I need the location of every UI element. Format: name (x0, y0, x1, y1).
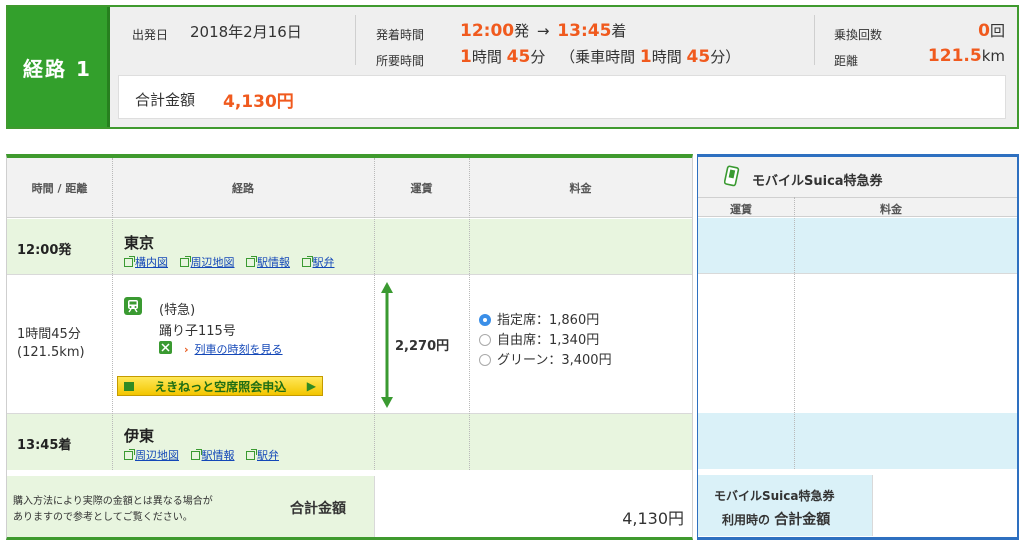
mobile-suica-panel: モバイルSuica特急券 運賃 料金 モバイルSuica特急券 利用時の 合計金… (697, 154, 1019, 540)
header-charge: 料金 (569, 182, 592, 195)
arrival-station[interactable]: 伊東 (124, 425, 154, 446)
external-link-icon (190, 449, 202, 460)
dep-arr-label: 発着時間 (376, 28, 425, 42)
external-link-icon (246, 256, 257, 267)
arrival-links: 周辺地図 駅情報 駅弁 (124, 447, 287, 463)
mobile-phone-icon (723, 165, 740, 187)
timetable-icon (159, 341, 172, 354)
train-name: 踊り子115号 (159, 324, 236, 339)
footer-right: 4,130円 (374, 476, 692, 537)
dep-arr-times: 12:00発 → 13:45着 (460, 21, 627, 41)
column-divider (794, 197, 795, 469)
footer-total-value: 4,130円 (622, 509, 684, 528)
radio-selected[interactable] (479, 314, 491, 326)
suica-segment-row (698, 273, 1017, 413)
column-divider (469, 158, 470, 470)
external-link-icon (124, 449, 135, 460)
train-icon (124, 297, 142, 315)
footer-left: 購入方法により実際の金額とは異なる場合が ありますので参考としてご覧ください。 … (7, 476, 374, 537)
footer-note-line1: 購入方法により実際の金額とは異なる場合が (13, 496, 213, 507)
play-icon: ▶ (306, 379, 316, 393)
seat-options: 指定席：1,860円 自由席：1,340円 グリーン：3,400円 (479, 311, 612, 371)
train-type: (特急) (159, 303, 196, 318)
column-divider (112, 158, 113, 470)
suica-header-row: 運賃 料金 (698, 197, 1017, 217)
external-link-icon (246, 449, 257, 460)
departure-date-label: 出発日 (132, 28, 169, 42)
distance-value: 121.5km (927, 46, 1005, 66)
suica-footer-value-cell (872, 475, 1017, 536)
suica-arrival-row (698, 413, 1017, 469)
radio-unselected[interactable] (479, 334, 491, 346)
chevron-right-icon: › (184, 343, 189, 356)
timetable-link[interactable]: 列車の時刻を見る (195, 343, 283, 356)
route-summary: 経路 1 出発日 2018年2月16日 発着時間 12:00発 → 13:45着… (6, 5, 1019, 129)
suica-footer-label-cell: モバイルSuica特急券 利用時の 合計金額 (698, 475, 872, 536)
total-box: 合計金額 4,130円 (118, 75, 1006, 119)
departure-date: 2018年2月16日 (190, 23, 302, 41)
suica-header-fare: 運賃 (730, 203, 752, 216)
route-detail-table: 時間 / 距離 経路 運賃 料金 12:00発 東京 構内図 周辺地図 駅情報 … (6, 154, 693, 540)
seat-option-nonreserved[interactable]: 自由席：1,340円 (479, 331, 612, 351)
departure-links: 構内図 周辺地図 駅情報 駅弁 (124, 254, 343, 270)
footer-total-label: 合計金額 (290, 501, 346, 517)
header-route: 経路 (232, 182, 254, 195)
route-label: 経路 1 (8, 7, 110, 127)
suica-departure-row (698, 218, 1017, 273)
link-area-map[interactable]: 周辺地図 (124, 449, 179, 462)
seat-option-green[interactable]: グリーン：3,400円 (479, 351, 612, 371)
arrival-time: 13:45着 (17, 438, 72, 453)
suica-footer-line2: 利用時の 合計金額 (722, 512, 831, 528)
total-value: 4,130円 (223, 92, 294, 112)
suica-title-bar: モバイルSuica特急券 (698, 157, 1017, 197)
arrival-row: 13:45着 伊東 周辺地図 駅情報 駅弁 (7, 414, 692, 470)
timetable-link-wrap: › 列車の時刻を見る (184, 341, 291, 357)
duration-label: 所要時間 (376, 54, 425, 68)
transfers-value: 0回 (978, 21, 1005, 41)
transfers-label: 乗換回数 (834, 28, 883, 42)
link-station-map[interactable]: 構内図 (124, 256, 168, 269)
footer-note-line2: ありますので参考としてご覧ください。 (13, 512, 193, 523)
link-station-info[interactable]: 駅情報 (246, 256, 290, 269)
departure-row: 12:00発 東京 構内図 周辺地図 駅情報 駅弁 (7, 219, 692, 274)
divider (814, 15, 815, 65)
link-ekiben[interactable]: 駅弁 (246, 449, 279, 462)
total-label: 合計金額 (135, 91, 196, 109)
column-divider (374, 158, 375, 470)
suica-footer-line1: モバイルSuica特急券 (714, 489, 835, 503)
ticket-icon (124, 381, 134, 391)
suica-title: モバイルSuica特急券 (752, 174, 883, 189)
external-link-icon (179, 256, 191, 267)
external-link-icon (301, 256, 313, 267)
table-header: 時間 / 距離 経路 運賃 料金 (7, 158, 692, 218)
departure-time: 12:00発 (17, 243, 72, 258)
header-fare: 運賃 (410, 182, 433, 195)
radio-unselected[interactable] (479, 354, 491, 366)
seat-option-reserved[interactable]: 指定席：1,860円 (479, 311, 612, 331)
link-station-info[interactable]: 駅情報 (190, 449, 235, 462)
link-area-map[interactable]: 周辺地図 (179, 256, 235, 269)
distance-label: 距離 (834, 54, 859, 68)
duration-value: 1時間 45分 （乗車時間 1時間 45分） (460, 47, 741, 67)
segment-fare: 2,270円 (395, 339, 450, 354)
link-ekiben[interactable]: 駅弁 (301, 256, 335, 269)
route-info-area: 出発日 2018年2月16日 発着時間 12:00発 → 13:45着 所要時間… (110, 7, 1017, 127)
header-time-distance: 時間 / 距離 (31, 182, 88, 195)
segment-row: 1時間45分 (121.5km) (特急) 踊り子115号 › 列車の時刻を見る … (7, 274, 692, 414)
segment-duration: 1時間45分 (17, 327, 81, 342)
segment-distance: (121.5km) (17, 345, 85, 360)
suica-header-charge: 料金 (880, 203, 902, 216)
divider (355, 15, 356, 65)
external-link-icon (124, 256, 135, 267)
ekinet-reserve-button[interactable]: えきねっと空席照会申込 ▶ (117, 376, 323, 396)
departure-station[interactable]: 東京 (124, 232, 154, 253)
